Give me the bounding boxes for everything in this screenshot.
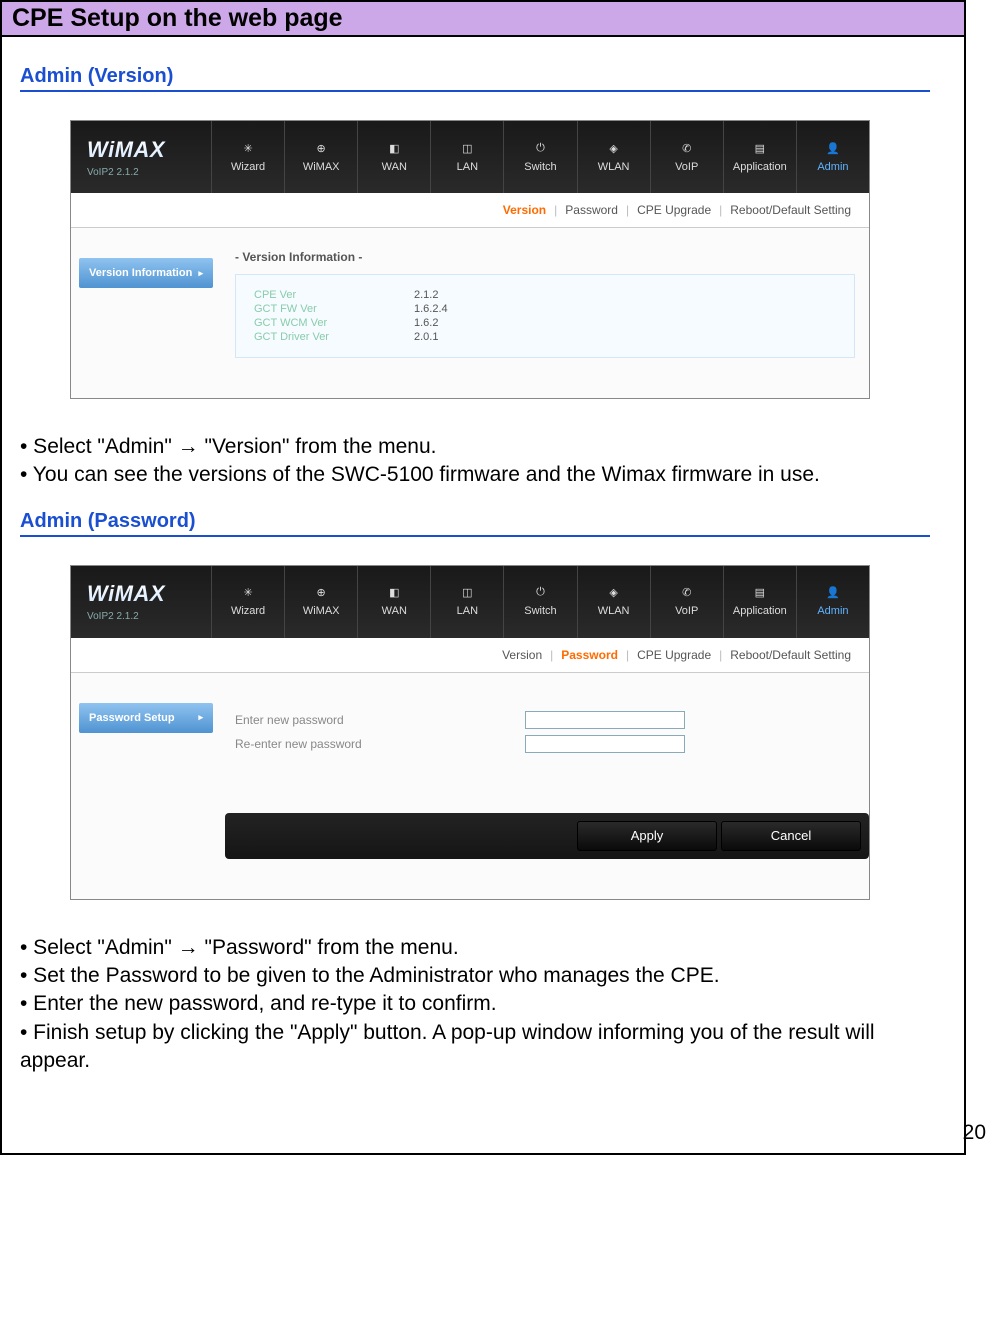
nav-tab-wimax[interactable]: ⊕WiMAX — [284, 121, 357, 193]
user-icon: 👤 — [826, 586, 840, 599]
nav-tab-voip[interactable]: ✆VoIP — [650, 566, 723, 638]
wand-icon: ✳ — [243, 586, 252, 599]
sidebar-version-info[interactable]: Version Information ▸ — [79, 258, 213, 288]
info-row-cpe-ver: CPE Ver2.1.2 — [254, 289, 836, 301]
nav-tab-switch[interactable]: ⏻Switch — [503, 121, 576, 193]
nav-tab-wlan[interactable]: ◈WLAN — [577, 121, 650, 193]
page-number: 20 — [963, 1121, 986, 1145]
wifi-icon: ◈ — [609, 586, 617, 599]
phone-icon: ✆ — [682, 586, 691, 599]
wifi-icon: ◈ — [609, 142, 617, 155]
phone-icon: ✆ — [682, 142, 691, 155]
wand-icon: ✳ — [243, 142, 252, 155]
wan-icon: ◧ — [389, 586, 399, 599]
label-new-password: Enter new password — [235, 713, 525, 727]
app-icon: ▤ — [755, 142, 765, 155]
reenter-password-input[interactable] — [525, 735, 685, 753]
nav-tab-admin[interactable]: 👤Admin — [796, 121, 869, 193]
nav-tab-switch[interactable]: ⏻Switch — [503, 566, 576, 638]
nav-tab-wan[interactable]: ◧WAN — [357, 566, 430, 638]
nav-tab-wan[interactable]: ◧WAN — [357, 121, 430, 193]
nav-tab-application[interactable]: ▤Application — [723, 121, 796, 193]
info-row-gct-wcm: GCT WCM Ver1.6.2 — [254, 317, 836, 329]
screenshot-password: WiMAX VoIP2 2.1.2 ✳Wizard ⊕WiMAX ◧WAN ◫L… — [70, 565, 870, 900]
subnav-cpe-upgrade[interactable]: CPE Upgrade — [633, 648, 715, 662]
screenshot-version: WiMAX VoIP2 2.1.2 ✳Wizard ⊕WiMAX ◧WAN ◫L… — [70, 120, 870, 399]
chevron-right-icon: ▸ — [198, 712, 203, 723]
lan-icon: ◫ — [462, 142, 472, 155]
subnav-version[interactable]: Version — [499, 203, 550, 217]
nav-tab-application[interactable]: ▤Application — [723, 566, 796, 638]
password-bullets: • Select "Admin" → "Password" from the m… — [20, 934, 946, 1076]
nav-tab-wizard[interactable]: ✳Wizard — [211, 566, 284, 638]
subnav-password[interactable]: Password — [557, 648, 622, 662]
section-rule — [20, 90, 930, 92]
globe-icon: ⊕ — [317, 142, 326, 155]
nav-tab-voip[interactable]: ✆VoIP — [650, 121, 723, 193]
info-row-gct-fw: GCT FW Ver1.6.2.4 — [254, 303, 836, 315]
logo-subtext: VoIP2 2.1.2 — [87, 167, 211, 178]
chevron-right-icon: ▸ — [198, 268, 203, 279]
page-banner: CPE Setup on the web page — [0, 0, 966, 37]
new-password-input[interactable] — [525, 711, 685, 729]
info-row-gct-driver: GCT Driver Ver2.0.1 — [254, 331, 836, 343]
section-heading-password: Admin (Password) — [20, 510, 946, 533]
power-icon: ⏻ — [536, 142, 545, 155]
nav-tab-wizard[interactable]: ✳Wizard — [211, 121, 284, 193]
user-icon: 👤 — [826, 142, 840, 155]
logo-subtext: VoIP2 2.1.2 — [87, 611, 211, 622]
nav-tab-wimax[interactable]: ⊕WiMAX — [284, 566, 357, 638]
subnav-reboot[interactable]: Reboot/Default Setting — [726, 648, 855, 662]
subnav-reboot[interactable]: Reboot/Default Setting — [726, 203, 855, 217]
wan-icon: ◧ — [389, 142, 399, 155]
apply-button[interactable]: Apply — [577, 821, 717, 851]
sidebar-password-setup[interactable]: Password Setup ▸ — [79, 703, 213, 733]
section-heading-version: Admin (Version) — [20, 65, 946, 88]
section-rule — [20, 535, 930, 537]
nav-tab-admin[interactable]: 👤Admin — [796, 566, 869, 638]
app-icon: ▤ — [755, 586, 765, 599]
logo-text: WiMAX — [87, 137, 211, 163]
globe-icon: ⊕ — [317, 586, 326, 599]
nav-tab-wlan[interactable]: ◈WLAN — [577, 566, 650, 638]
subnav-cpe-upgrade[interactable]: CPE Upgrade — [633, 203, 715, 217]
nav-tab-lan[interactable]: ◫LAN — [430, 566, 503, 638]
power-icon: ⏻ — [536, 586, 545, 599]
version-bullets: • Select "Admin" → "Version" from the me… — [20, 433, 946, 490]
logo-text: WiMAX — [87, 581, 211, 607]
label-reenter-password: Re-enter new password — [235, 737, 525, 751]
subnav-version[interactable]: Version — [498, 648, 546, 662]
subnav-password[interactable]: Password — [561, 203, 622, 217]
lan-icon: ◫ — [462, 586, 472, 599]
group-title-version: Version Information — [235, 250, 855, 264]
cancel-button[interactable]: Cancel — [721, 821, 861, 851]
nav-tab-lan[interactable]: ◫LAN — [430, 121, 503, 193]
